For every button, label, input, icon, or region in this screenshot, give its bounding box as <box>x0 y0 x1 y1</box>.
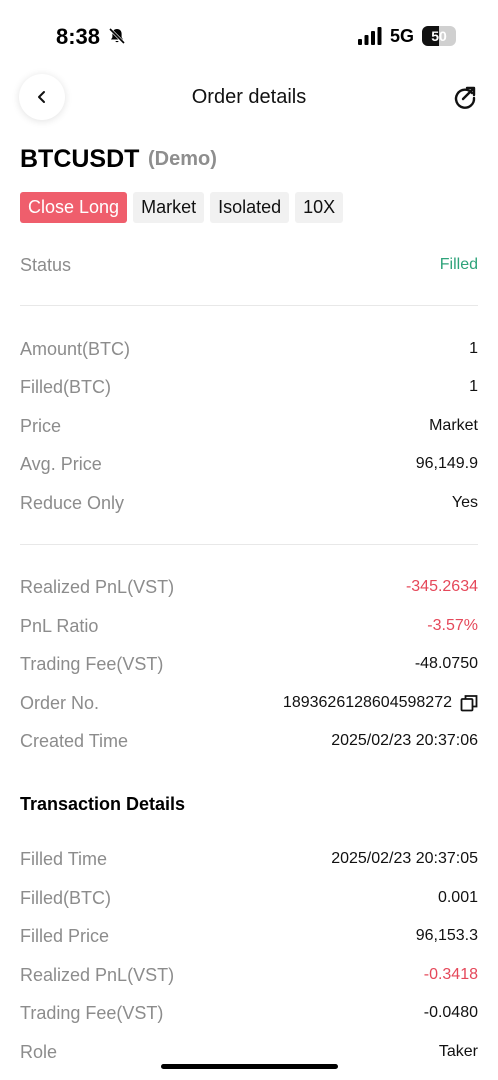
detail-row: Avg. Price 96,149.9 <box>20 449 478 479</box>
battery-indicator: 50 <box>422 26 456 46</box>
row-label: Avg. Price <box>20 454 102 474</box>
transaction-row: Trading Fee(VST) -0.0480 <box>20 998 478 1028</box>
bell-slash-icon <box>108 27 126 45</box>
transaction-row: Role Taker <box>20 1037 478 1067</box>
status-bar: 8:38 5G 50 <box>0 0 498 72</box>
order-number-row: Order No. 1893626128604598272 <box>20 688 478 718</box>
demo-label: (Demo) <box>148 148 217 170</box>
row-value: Yes <box>451 494 478 511</box>
tag-side: Close Long <box>20 192 128 223</box>
row-label: Role <box>20 1042 58 1062</box>
tag-leverage: 10X <box>295 192 344 223</box>
row-label: Filled(BTC) <box>20 888 112 908</box>
row-label: Trading Fee(VST) <box>20 1003 164 1023</box>
share-arrow-icon[interactable] <box>452 84 478 110</box>
detail-row: Reduce Only Yes <box>20 488 478 518</box>
row-value: -0.0480 <box>423 1004 478 1021</box>
detail-row: Filled(BTC) 1 <box>20 372 478 402</box>
row-label: Realized PnL(VST) <box>20 965 175 985</box>
row-label: Amount(BTC) <box>20 339 131 359</box>
row-label: PnL Ratio <box>20 616 99 636</box>
row-value: 1 <box>469 340 478 357</box>
row-value: 1 <box>469 378 478 395</box>
pnl-row: Created Time 2025/02/23 20:37:06 <box>20 726 478 756</box>
row-value: -345.2634 <box>405 578 478 595</box>
trading-pair: BTCUSDT <box>20 145 140 173</box>
tag-margin-mode: Isolated <box>210 192 290 223</box>
divider <box>20 305 478 306</box>
row-value: Market <box>429 417 478 434</box>
order-number: 1893626128604598272 <box>282 694 452 711</box>
status-time: 8:38 <box>56 24 101 49</box>
page-title: Order details <box>191 86 307 108</box>
transaction-row: Filled Price 96,153.3 <box>20 921 478 951</box>
row-label: Created Time <box>20 731 129 751</box>
detail-row: Price Market <box>20 411 478 441</box>
row-label: Filled Time <box>20 849 108 869</box>
signal-icon <box>358 27 382 45</box>
row-value: -0.3418 <box>423 966 478 983</box>
row-label: Filled Price <box>20 926 110 946</box>
page-header: Order details <box>0 72 498 122</box>
row-value: 96,149.9 <box>415 455 478 472</box>
transaction-row: Filled(BTC) 0.001 <box>20 883 478 913</box>
battery-level: 50 <box>431 28 447 44</box>
section-title: Transaction Details <box>20 794 186 814</box>
row-label: Order No. <box>20 693 100 713</box>
row-label: Realized PnL(VST) <box>20 577 175 597</box>
divider <box>20 544 478 545</box>
network-type: 5G <box>390 26 415 46</box>
detail-row: Amount(BTC) 1 <box>20 334 478 364</box>
pnl-row: Trading Fee(VST) -48.0750 <box>20 649 478 679</box>
status-badge: Filled <box>439 256 478 273</box>
transaction-row: Filled Time 2025/02/23 20:37:05 <box>20 844 478 874</box>
row-value: 2025/02/23 20:37:06 <box>331 732 478 749</box>
row-value: 2025/02/23 20:37:05 <box>331 850 478 867</box>
home-indicator[interactable] <box>161 1064 338 1069</box>
pnl-row: Realized PnL(VST) -345.2634 <box>20 572 478 602</box>
row-value: -3.57% <box>427 617 478 634</box>
order-tags: Close Long Market Isolated 10X <box>20 192 344 223</box>
copy-icon[interactable] <box>460 694 478 712</box>
tag-order-type: Market <box>133 192 205 223</box>
transaction-row: Realized PnL(VST) -0.3418 <box>20 960 478 990</box>
row-label: Trading Fee(VST) <box>20 654 164 674</box>
row-value: 96,153.3 <box>415 927 478 944</box>
row-label: Status <box>20 255 72 275</box>
row-label: Price <box>20 416 62 436</box>
row-label: Reduce Only <box>20 493 125 513</box>
row-value: 0.001 <box>437 889 478 906</box>
row-value: -48.0750 <box>414 655 478 672</box>
row-value: Taker <box>438 1043 478 1060</box>
row-label: Filled(BTC) <box>20 377 112 397</box>
pnl-row: PnL Ratio -3.57% <box>20 611 478 641</box>
status-row: Status Filled <box>20 250 478 280</box>
